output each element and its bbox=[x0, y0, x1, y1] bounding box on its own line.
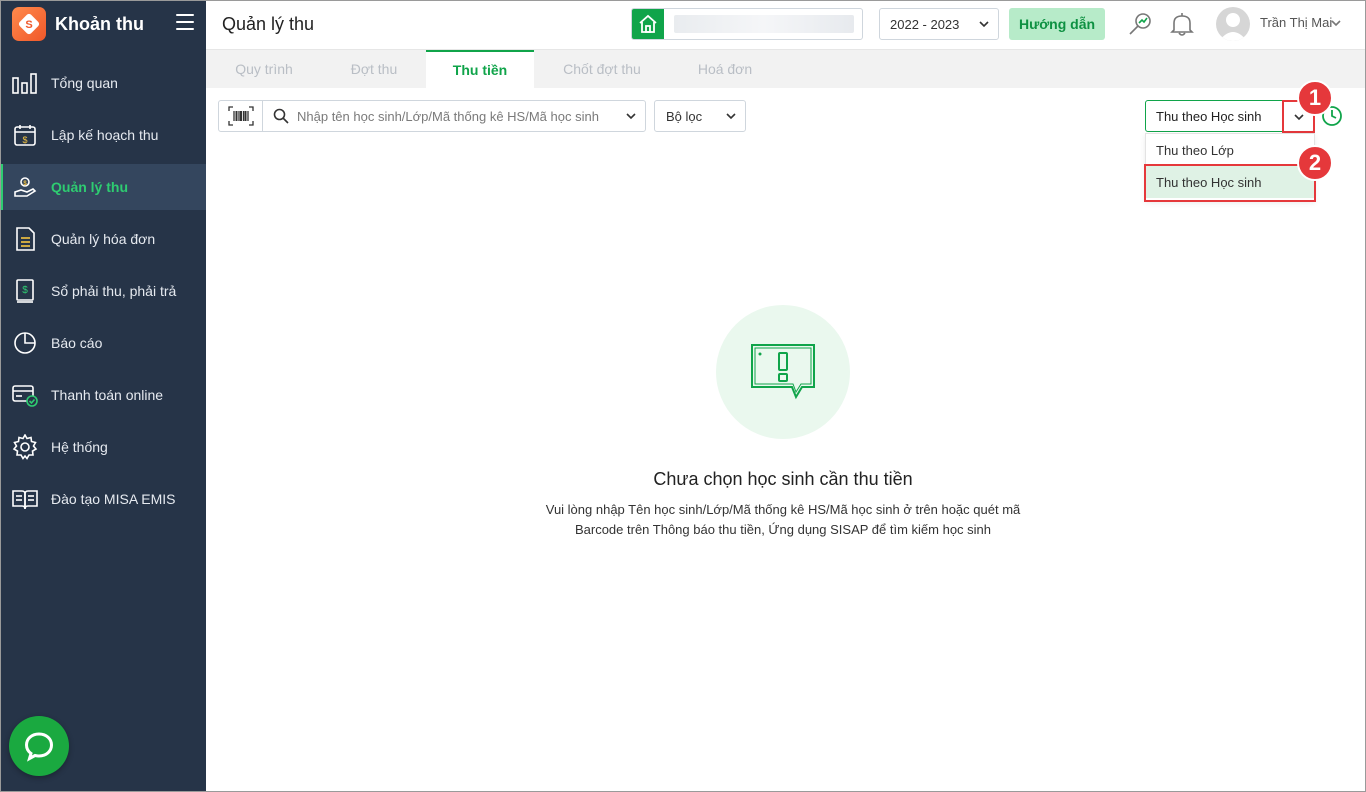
chevron-down-icon bbox=[726, 113, 736, 120]
menu-toggle-icon[interactable] bbox=[176, 14, 194, 32]
step-2-badge: 2 bbox=[1297, 145, 1333, 181]
sidebar-item-bao-cao[interactable]: Báo cáo bbox=[0, 320, 206, 366]
bar-chart-icon bbox=[12, 70, 38, 96]
sidebar: S Khoản thu Tổng quan $ Lập kế hoạch thu… bbox=[0, 0, 206, 792]
open-book-icon bbox=[12, 486, 38, 512]
hand-coin-icon: $ bbox=[12, 174, 38, 200]
top-header: Quản lý thu 2022 - 2023 Hướng dẫn Trần T… bbox=[206, 0, 1366, 50]
tab-bar: Quy trình Đợt thu Thu tiền Chốt đợt thu … bbox=[206, 50, 1366, 88]
sidebar-item-label: Báo cáo bbox=[51, 335, 103, 351]
chat-support-button[interactable] bbox=[9, 716, 69, 776]
option-thu-theo-lop[interactable]: Thu theo Lớp bbox=[1146, 134, 1314, 166]
empty-state-line-2: Barcode trên Thông báo thu tiền, Ứng dụn… bbox=[574, 522, 992, 537]
user-name[interactable]: Trần Thị Mai bbox=[1260, 15, 1332, 30]
tab-chot-dot-thu[interactable]: Chốt đợt thu bbox=[534, 50, 670, 88]
sidebar-item-lap-ke-hoach-thu[interactable]: $ Lập kế hoạch thu bbox=[0, 112, 206, 158]
svg-text:S: S bbox=[25, 19, 32, 31]
svg-text:$: $ bbox=[22, 285, 28, 296]
avatar[interactable] bbox=[1216, 7, 1250, 41]
page-title: Quản lý thu bbox=[222, 14, 315, 34]
school-selector[interactable] bbox=[631, 8, 863, 40]
ledger-icon: $ bbox=[12, 278, 38, 304]
empty-state-description: Vui lòng nhập Tên học sinh/Lớp/Mã thống … bbox=[520, 500, 1046, 540]
school-year-select[interactable]: 2022 - 2023 bbox=[879, 8, 999, 40]
sidebar-item-tong-quan[interactable]: Tổng quan bbox=[0, 60, 206, 106]
search-analytics-icon[interactable] bbox=[1126, 10, 1154, 38]
school-name-blurred bbox=[674, 15, 854, 33]
pie-chart-icon bbox=[12, 330, 38, 356]
gear-icon bbox=[12, 434, 38, 460]
sidebar-item-dao-tao[interactable]: Đào tạo MISA EMIS bbox=[0, 476, 206, 522]
sidebar-nav: Tổng quan $ Lập kế hoạch thu $ Quản lý t… bbox=[0, 60, 206, 528]
sidebar-item-label: Quản lý hóa đơn bbox=[51, 231, 156, 247]
bell-icon[interactable] bbox=[1168, 10, 1196, 38]
sidebar-item-label: Hệ thống bbox=[51, 439, 108, 455]
school-year-value: 2022 - 2023 bbox=[890, 16, 960, 32]
student-search-field[interactable] bbox=[262, 100, 646, 132]
svg-text:$: $ bbox=[22, 135, 27, 145]
warning-message-icon bbox=[751, 344, 815, 400]
sidebar-item-label: Sổ phải thu, phải trả bbox=[51, 283, 177, 299]
filter-dropdown-button[interactable]: Bộ lọc bbox=[654, 100, 746, 132]
empty-state-line-1: Vui lòng nhập Tên học sinh/Lớp/Mã thống … bbox=[545, 502, 1021, 517]
option-thu-theo-hoc-sinh[interactable]: Thu theo Học sinh bbox=[1146, 166, 1314, 198]
sidebar-item-label: Lập kế hoạch thu bbox=[51, 127, 159, 143]
step-1-badge: 1 bbox=[1297, 80, 1333, 116]
sidebar-item-so-phai-thu[interactable]: $ Sổ phải thu, phải trả bbox=[0, 268, 206, 314]
sidebar-item-label: Tổng quan bbox=[51, 75, 118, 91]
barcode-scan-button[interactable] bbox=[218, 100, 263, 132]
filter-label: Bộ lọc bbox=[666, 108, 703, 124]
sidebar-item-quan-ly-hoa-don[interactable]: Quản lý hóa đơn bbox=[0, 216, 206, 262]
brand-title: Khoản thu bbox=[55, 13, 144, 34]
sidebar-item-quan-ly-thu[interactable]: $ Quản lý thu bbox=[0, 164, 206, 210]
guide-button[interactable]: Hướng dẫn bbox=[1009, 8, 1105, 40]
school-home-icon bbox=[632, 9, 664, 39]
empty-state-illustration bbox=[716, 305, 850, 439]
document-icon bbox=[12, 226, 38, 252]
sidebar-item-label: Quản lý thu bbox=[51, 179, 128, 195]
chevron-down-icon bbox=[979, 21, 989, 28]
empty-state-title: Chưa chọn học sinh cần thu tiền bbox=[653, 469, 913, 489]
app-logo-icon: S bbox=[12, 7, 46, 41]
chevron-down-icon[interactable] bbox=[1330, 17, 1342, 29]
chevron-down-icon[interactable] bbox=[625, 110, 637, 122]
tab-dot-thu[interactable]: Đợt thu bbox=[322, 50, 426, 88]
tab-hoa-don[interactable]: Hoá đơn bbox=[670, 50, 780, 88]
chat-bubble-icon bbox=[24, 732, 54, 762]
tab-thu-tien[interactable]: Thu tiền bbox=[426, 50, 534, 88]
search-icon bbox=[273, 108, 289, 124]
sidebar-item-label: Thanh toán online bbox=[51, 387, 164, 403]
card-check-icon bbox=[12, 382, 38, 408]
sidebar-item-thanh-toan-online[interactable]: Thanh toán online bbox=[0, 372, 206, 418]
search-input[interactable] bbox=[297, 108, 601, 124]
calendar-dollar-icon: $ bbox=[12, 122, 38, 148]
barcode-icon bbox=[227, 106, 254, 126]
collection-mode-dropdown: Thu theo Lớp Thu theo Học sinh bbox=[1145, 133, 1315, 201]
sidebar-item-label: Đào tạo MISA EMIS bbox=[51, 491, 176, 507]
sidebar-item-he-thong[interactable]: Hệ thống bbox=[0, 424, 206, 470]
tab-quy-trinh[interactable]: Quy trình bbox=[206, 50, 322, 88]
collection-mode-value: Thu theo Học sinh bbox=[1156, 108, 1262, 124]
